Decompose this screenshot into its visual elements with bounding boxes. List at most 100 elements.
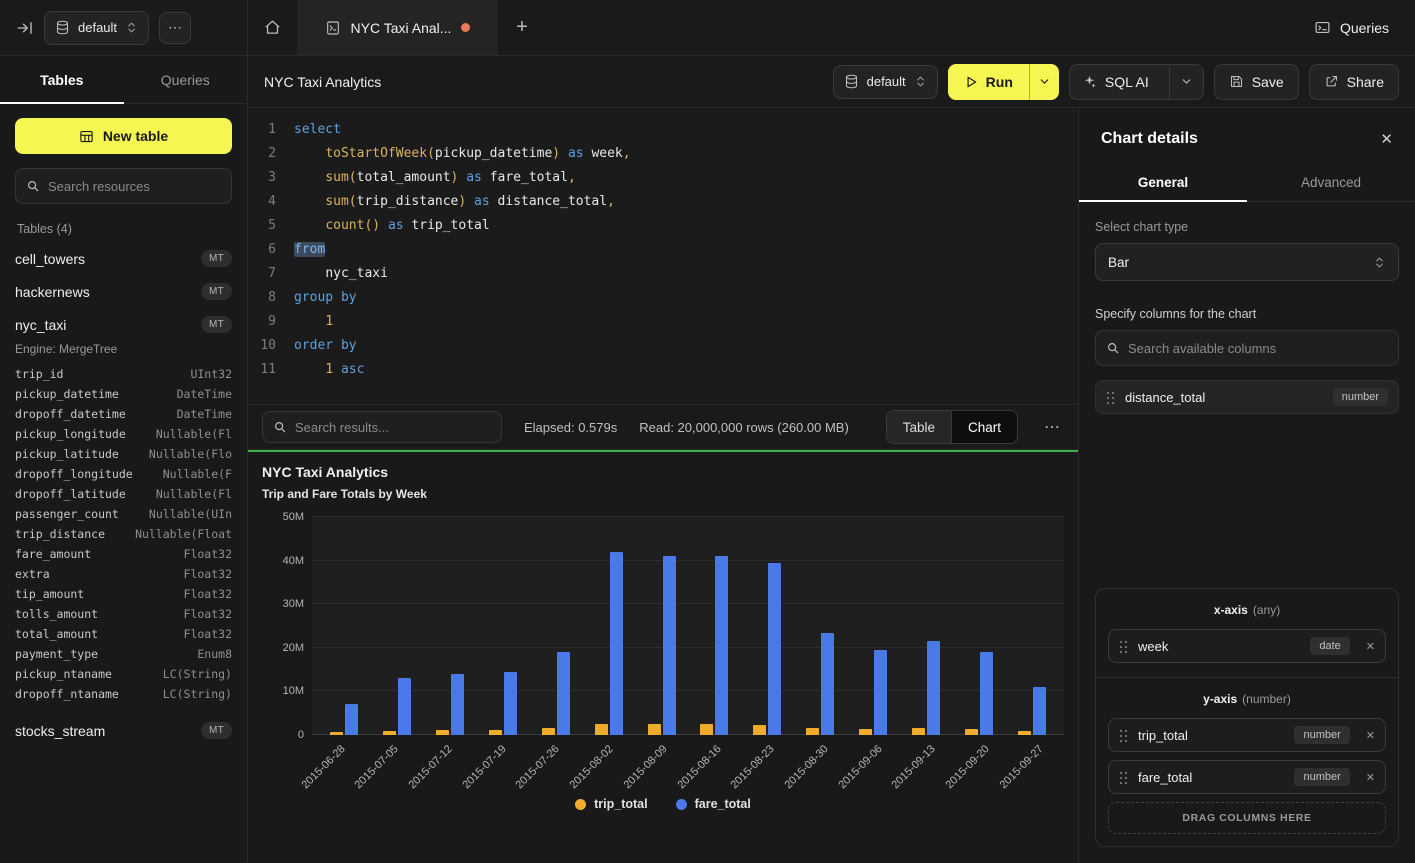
y-axis-section-title: y-axis(number) bbox=[1108, 692, 1386, 706]
bar-fare_total[interactable] bbox=[768, 563, 781, 735]
code-line[interactable]: nyc_taxi bbox=[294, 262, 1078, 286]
run-button[interactable]: Run bbox=[948, 64, 1029, 100]
schema-column-total_amount[interactable]: total_amountFloat32 bbox=[15, 624, 232, 644]
code-line[interactable]: 1 asc bbox=[294, 358, 1078, 382]
sidebar-tab-tables[interactable]: Tables bbox=[0, 56, 124, 103]
run-dropdown-button[interactable] bbox=[1029, 64, 1059, 100]
sidebar-tab-queries[interactable]: Queries bbox=[124, 56, 248, 103]
table-row-hackernews[interactable]: hackernewsMT bbox=[15, 275, 232, 308]
bar-fare_total[interactable] bbox=[398, 678, 411, 735]
bar-fare_total[interactable] bbox=[821, 633, 834, 735]
tab-nyc-taxi-analytics[interactable]: NYC Taxi Anal... bbox=[298, 0, 498, 55]
bar-trip_total[interactable] bbox=[806, 728, 819, 735]
bar-fare_total[interactable] bbox=[927, 641, 940, 735]
collapse-sidebar-icon[interactable] bbox=[16, 19, 34, 37]
column-item-week[interactable]: weekdate✕ bbox=[1108, 629, 1386, 663]
columns-search-input[interactable] bbox=[1128, 341, 1388, 356]
tab-general[interactable]: General bbox=[1079, 164, 1247, 201]
sql-editor[interactable]: 1234567891011 select toStartOfWeek(picku… bbox=[248, 108, 1078, 404]
bar-fare_total[interactable] bbox=[980, 652, 993, 735]
x-axis-tick: 2015-09-27 bbox=[1010, 735, 1064, 793]
schema-column-tip_amount[interactable]: tip_amountFloat32 bbox=[15, 584, 232, 604]
column-item-fare_total[interactable]: fare_totalnumber✕ bbox=[1108, 760, 1386, 794]
bar-fare_total[interactable] bbox=[874, 650, 887, 735]
bar-trip_total[interactable] bbox=[753, 725, 766, 735]
drop-zone[interactable]: DRAG COLUMNS HERE bbox=[1108, 802, 1386, 834]
schema-column-pickup_longitude[interactable]: pickup_longitudeNullable(Fl bbox=[15, 424, 232, 444]
code-line[interactable]: sum(trip_distance) as distance_total, bbox=[294, 190, 1078, 214]
drag-handle-icon[interactable] bbox=[1119, 640, 1128, 653]
save-button[interactable]: Save bbox=[1214, 64, 1299, 100]
schema-column-pickup_datetime[interactable]: pickup_datetimeDateTime bbox=[15, 384, 232, 404]
code-line[interactable]: group by bbox=[294, 286, 1078, 310]
table-row-cell_towers[interactable]: cell_towersMT bbox=[15, 242, 232, 275]
sql-ai-button-group: SQL AI bbox=[1069, 64, 1204, 100]
bar-trip_total[interactable] bbox=[648, 724, 661, 735]
bar-fare_total[interactable] bbox=[504, 672, 517, 735]
legend-fare_total[interactable]: fare_total bbox=[676, 797, 751, 811]
table-view-button[interactable]: Table bbox=[887, 411, 951, 443]
bar-fare_total[interactable] bbox=[345, 704, 358, 735]
sql-ai-button[interactable]: SQL AI bbox=[1070, 65, 1161, 99]
queries-button[interactable]: Queries bbox=[1314, 19, 1389, 36]
drag-handle-icon[interactable] bbox=[1119, 729, 1128, 742]
chart-view-button[interactable]: Chart bbox=[951, 411, 1017, 443]
column-item-distance_total[interactable]: distance_totalnumber bbox=[1095, 380, 1399, 414]
column-type: DateTime bbox=[177, 407, 232, 421]
drag-handle-icon[interactable] bbox=[1106, 391, 1115, 404]
schema-column-tolls_amount[interactable]: tolls_amountFloat32 bbox=[15, 604, 232, 624]
column-item-trip_total[interactable]: trip_totalnumber✕ bbox=[1108, 718, 1386, 752]
table-row-stocks_stream[interactable]: stocks_streamMT bbox=[15, 714, 232, 747]
schema-column-fare_amount[interactable]: fare_amountFloat32 bbox=[15, 544, 232, 564]
remove-icon[interactable]: ✕ bbox=[1366, 640, 1375, 653]
bar-fare_total[interactable] bbox=[610, 552, 623, 735]
code-line[interactable]: select bbox=[294, 118, 1078, 142]
schema-column-pickup_ntaname[interactable]: pickup_ntanameLC(String) bbox=[15, 664, 232, 684]
code-line[interactable]: 1 bbox=[294, 310, 1078, 334]
code-line[interactable]: count() as trip_total bbox=[294, 214, 1078, 238]
code-line[interactable]: from bbox=[294, 238, 1078, 262]
bar-fare_total[interactable] bbox=[451, 674, 464, 735]
bar-fare_total[interactable] bbox=[663, 556, 676, 735]
new-table-button[interactable]: New table bbox=[15, 118, 232, 154]
schema-column-dropoff_latitude[interactable]: dropoff_latitudeNullable(Fl bbox=[15, 484, 232, 504]
home-tab[interactable] bbox=[248, 0, 298, 55]
bar-trip_total[interactable] bbox=[595, 724, 608, 735]
tab-advanced[interactable]: Advanced bbox=[1247, 164, 1415, 201]
more-options-button[interactable]: ⋯ bbox=[159, 12, 191, 44]
schema-column-passenger_count[interactable]: passenger_countNullable(UIn bbox=[15, 504, 232, 524]
database-selector[interactable]: default bbox=[44, 11, 149, 45]
drag-handle-icon[interactable] bbox=[1119, 771, 1128, 784]
legend-trip_total[interactable]: trip_total bbox=[575, 797, 647, 811]
schema-column-extra[interactable]: extraFloat32 bbox=[15, 564, 232, 584]
close-icon[interactable]: ✕ bbox=[1380, 130, 1393, 148]
table-row-nyc_taxi[interactable]: nyc_taxiMT bbox=[15, 308, 232, 341]
sql-ai-dropdown-button[interactable] bbox=[1169, 65, 1203, 99]
chart-type-select[interactable]: Bar bbox=[1095, 243, 1399, 281]
bar-group-2015-09-06 bbox=[847, 517, 900, 735]
code-line[interactable]: sum(total_amount) as fare_total, bbox=[294, 166, 1078, 190]
remove-icon[interactable]: ✕ bbox=[1366, 729, 1375, 742]
code-line[interactable]: toStartOfWeek(pickup_datetime) as week, bbox=[294, 142, 1078, 166]
sidebar-search-input[interactable] bbox=[48, 179, 221, 194]
results-more-button[interactable]: ⋯ bbox=[1040, 417, 1064, 437]
bar-group-2015-07-12 bbox=[424, 517, 477, 735]
bar-fare_total[interactable] bbox=[715, 556, 728, 735]
schema-column-pickup_latitude[interactable]: pickup_latitudeNullable(Flo bbox=[15, 444, 232, 464]
schema-column-dropoff_datetime[interactable]: dropoff_datetimeDateTime bbox=[15, 404, 232, 424]
share-button[interactable]: Share bbox=[1309, 64, 1399, 100]
bar-trip_total[interactable] bbox=[700, 724, 713, 735]
schema-column-dropoff_longitude[interactable]: dropoff_longitudeNullable(F bbox=[15, 464, 232, 484]
remove-icon[interactable]: ✕ bbox=[1366, 771, 1375, 784]
bar-fare_total[interactable] bbox=[557, 652, 570, 735]
schema-column-trip_distance[interactable]: trip_distanceNullable(Float bbox=[15, 524, 232, 544]
schema-column-payment_type[interactable]: payment_typeEnum8 bbox=[15, 644, 232, 664]
new-tab-button[interactable]: + bbox=[498, 0, 546, 55]
results-search-input[interactable] bbox=[295, 420, 491, 435]
bar-fare_total[interactable] bbox=[1033, 687, 1046, 735]
schema-column-trip_id[interactable]: trip_idUInt32 bbox=[15, 364, 232, 384]
code-area[interactable]: select toStartOfWeek(pickup_datetime) as… bbox=[294, 118, 1078, 404]
code-line[interactable]: order by bbox=[294, 334, 1078, 358]
schema-column-dropoff_ntaname[interactable]: dropoff_ntanameLC(String) bbox=[15, 684, 232, 704]
query-database-selector[interactable]: default bbox=[833, 65, 938, 99]
